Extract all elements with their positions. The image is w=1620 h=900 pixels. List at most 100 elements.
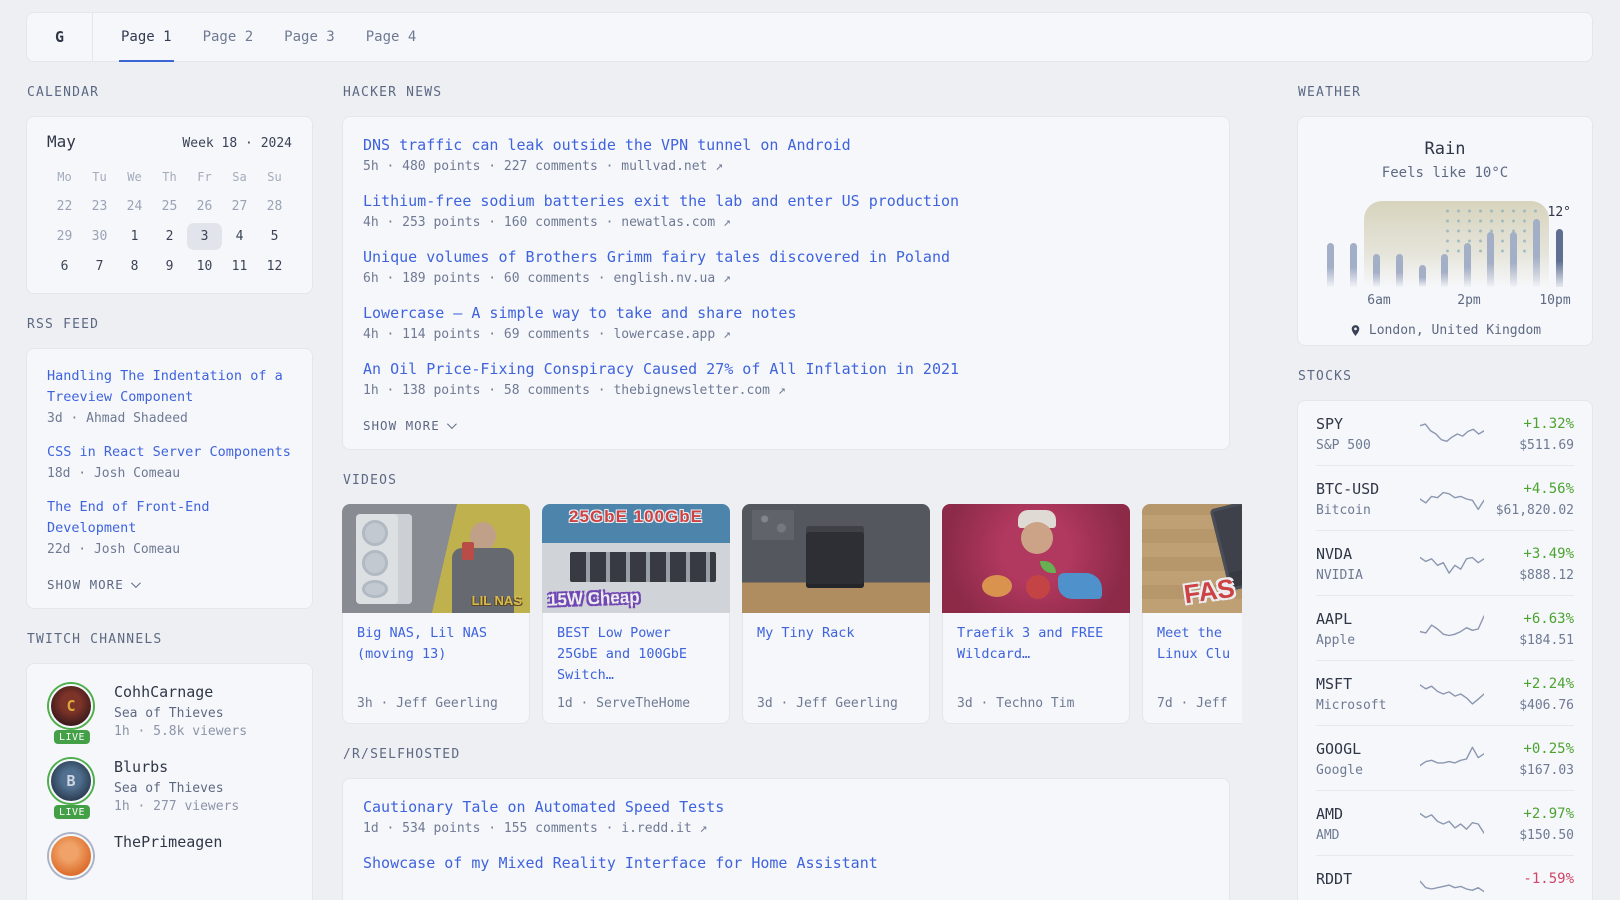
video-card-big-nas[interactable]: LIL NAS Big NAS, Lil NAS (moving 13) 3h … (342, 504, 530, 724)
calendar-day: 2 (152, 223, 187, 250)
video-title-link[interactable]: Big NAS, Lil NAS (moving 13) (357, 623, 515, 665)
twitch-avatar-wrap: LIVE (47, 832, 97, 880)
stock-sparkline (1420, 614, 1484, 644)
weather-temp-bar (1510, 232, 1517, 287)
section-label-calendar: CALENDAR (27, 85, 313, 100)
dashboard-page: G Page 1 Page 2 Page 3 Page 4 CALENDAR M… (0, 0, 1620, 900)
stock-row-rddt[interactable]: RDDT -1.59% (1316, 855, 1574, 900)
calendar-day-header: Fr (187, 163, 222, 190)
video-title-link[interactable]: My Tiny Rack (757, 623, 915, 644)
stock-id: AAPL Apple (1316, 609, 1420, 648)
hn-show-more-button[interactable]: SHOW MORE (363, 418, 454, 433)
weather-location-text: London, United Kingdom (1369, 323, 1541, 338)
hn-item-link[interactable]: An Oil Price-Fixing Conspiracy Caused 27… (363, 358, 1209, 380)
calendar-day-header: Tu (82, 163, 117, 190)
video-title-link[interactable]: Traefik 3 and FREE Wildcard… (957, 623, 1115, 665)
stock-change: +4.56% (1484, 479, 1574, 499)
calendar-day-selected: 3 (187, 223, 222, 250)
hn-item-link[interactable]: Unique volumes of Brothers Grimm fairy t… (363, 246, 1209, 268)
stock-values: -1.59% (1484, 869, 1574, 893)
twitch-channel-name: Blurbs (114, 757, 239, 778)
top-nav: G Page 1 Page 2 Page 3 Page 4 (26, 12, 1593, 62)
stock-id: BTC-USD Bitcoin (1316, 479, 1420, 518)
stock-change: +0.25% (1484, 739, 1574, 759)
video-title-link[interactable]: Meet the Linux Clu (1157, 623, 1242, 665)
rss-item-link[interactable]: Handling The Indentation of a Treeview C… (47, 366, 292, 408)
twitch-channel-name: ThePrimeagen (114, 832, 222, 853)
calendar-day: 30 (82, 223, 117, 250)
hn-item-link[interactable]: Lithium-free sodium batteries exit the l… (363, 190, 1209, 212)
person-cap-graphic (1018, 510, 1056, 528)
stock-row-btc-usd[interactable]: BTC-USD Bitcoin +4.56% $61,820.02 (1316, 465, 1574, 530)
chevron-down-icon (447, 419, 457, 429)
calendar-day: 23 (82, 193, 117, 220)
video-thumbnail (942, 504, 1130, 613)
wall-posters-graphic (752, 510, 794, 540)
videos-widget: VIDEOS LIL NAS (342, 473, 1230, 724)
video-card-traefik[interactable]: Traefik 3 and FREE Wildcard… 3d · Techno… (942, 504, 1130, 724)
stock-symbol: AAPL (1316, 609, 1420, 629)
stock-row-googl[interactable]: GOOGL Google +0.25% $167.03 (1316, 725, 1574, 790)
live-badge: LIVE (54, 805, 90, 819)
person-graphic (470, 522, 496, 550)
stock-sparkline (1420, 744, 1484, 774)
server-rack-graphic (806, 526, 864, 588)
stock-symbol: NVDA (1316, 544, 1420, 564)
stock-sparkline (1420, 809, 1484, 839)
weather-temp-bar (1556, 229, 1563, 287)
stock-sparkline (1420, 484, 1484, 514)
stock-values: +6.63% $184.51 (1484, 609, 1574, 648)
twitch-channel-theprimeagen[interactable]: LIVE ThePrimeagen (47, 832, 292, 880)
stock-row-amd[interactable]: AMD AMD +2.97% $150.50 (1316, 790, 1574, 855)
weather-condition: Rain (1314, 139, 1576, 159)
stock-row-msft[interactable]: MSFT Microsoft +2.24% $406.76 (1316, 660, 1574, 725)
hn-item-link[interactable]: Lowercase – A simple way to take and sha… (363, 302, 1209, 324)
left-column: CALENDAR May Week 18 · 2024 MoTuWeThFrSa… (26, 62, 313, 900)
tab-page-2[interactable]: Page 2 (201, 13, 256, 61)
leaf-graphic (1040, 561, 1056, 573)
reddit-item-link[interactable]: Showcase of my Mixed Reality Interface f… (363, 852, 1209, 874)
twitch-channel-blurbs[interactable]: B LIVE Blurbs Sea of Thieves 1h · 277 vi… (47, 757, 292, 814)
video-card-25gbe-switch[interactable]: 25GbE 100GbE 15W Cheap BEST Low Power 25… (542, 504, 730, 724)
twitch-channel-info: CohhCarnage Sea of Thieves 1h · 5.8k vie… (114, 682, 247, 739)
hn-item: DNS traffic can leak outside the VPN tun… (363, 134, 1209, 174)
icon-blob-graphic (982, 575, 1012, 597)
rss-show-more-button[interactable]: SHOW MORE (47, 577, 138, 592)
weather-temp-bar (1464, 243, 1471, 287)
tab-page-3[interactable]: Page 3 (282, 13, 337, 61)
section-label-stocks: STOCKS (1298, 369, 1593, 384)
hn-item-link[interactable]: DNS traffic can leak outside the VPN tun… (363, 134, 1209, 156)
stock-name: S&P 500 (1316, 438, 1420, 453)
tab-page-4[interactable]: Page 4 (364, 13, 419, 61)
rss-widget: RSS FEED Handling The Indentation of a T… (26, 317, 313, 609)
motherboard-graphic (1210, 504, 1242, 591)
stock-row-nvda[interactable]: NVDA NVIDIA +3.49% $888.12 (1316, 530, 1574, 595)
calendar-widget: CALENDAR May Week 18 · 2024 MoTuWeThFrSa… (26, 85, 313, 294)
time-tick: 2pm (1457, 293, 1480, 308)
calendar-header: May Week 18 · 2024 (47, 132, 292, 151)
stock-row-spy[interactable]: SPY S&P 500 +1.32% $511.69 (1316, 401, 1574, 465)
avatar: B (49, 759, 93, 803)
twitch-channel-info: Blurbs Sea of Thieves 1h · 277 viewers (114, 757, 239, 814)
calendar-day: 28 (257, 193, 292, 220)
video-card-my-tiny-rack[interactable]: My Tiny Rack 3d · Jeff Geerling (742, 504, 930, 724)
rss-item-link[interactable]: The End of Front-End Development (47, 497, 292, 539)
stock-values: +3.49% $888.12 (1484, 544, 1574, 583)
page-tabs: Page 1 Page 2 Page 3 Page 4 (119, 13, 445, 61)
rss-item-link[interactable]: CSS in React Server Components (47, 442, 292, 463)
reddit-item-link[interactable]: Cautionary Tale on Automated Speed Tests (363, 796, 1209, 818)
video-card-body: Meet the Linux Clu 7d · Jeff (1142, 613, 1242, 724)
stock-row-aapl[interactable]: AAPL Apple +6.63% $184.51 (1316, 595, 1574, 660)
video-title-link[interactable]: BEST Low Power 25GbE and 100GbE Switch… (557, 623, 715, 686)
video-card-linux-cluster[interactable]: FAS Meet the Linux Clu 7d · Jeff (1142, 504, 1242, 724)
reddit-item: Showcase of my Mixed Reality Interface f… (363, 852, 1209, 874)
stock-name: Microsoft (1316, 698, 1420, 713)
rss-item: CSS in React Server Components 18d · Jos… (47, 442, 292, 481)
stock-id: MSFT Microsoft (1316, 674, 1420, 713)
stock-price: $511.69 (1484, 438, 1574, 453)
video-meta: 3d · Jeff Geerling (757, 686, 915, 711)
twitch-channel-cohhcarnage[interactable]: C LIVE CohhCarnage Sea of Thieves 1h · 5… (47, 682, 292, 739)
tab-page-1[interactable]: Page 1 (119, 13, 174, 61)
app-logo[interactable]: G (27, 13, 93, 61)
twitch-avatar-wrap: C LIVE (47, 682, 97, 739)
